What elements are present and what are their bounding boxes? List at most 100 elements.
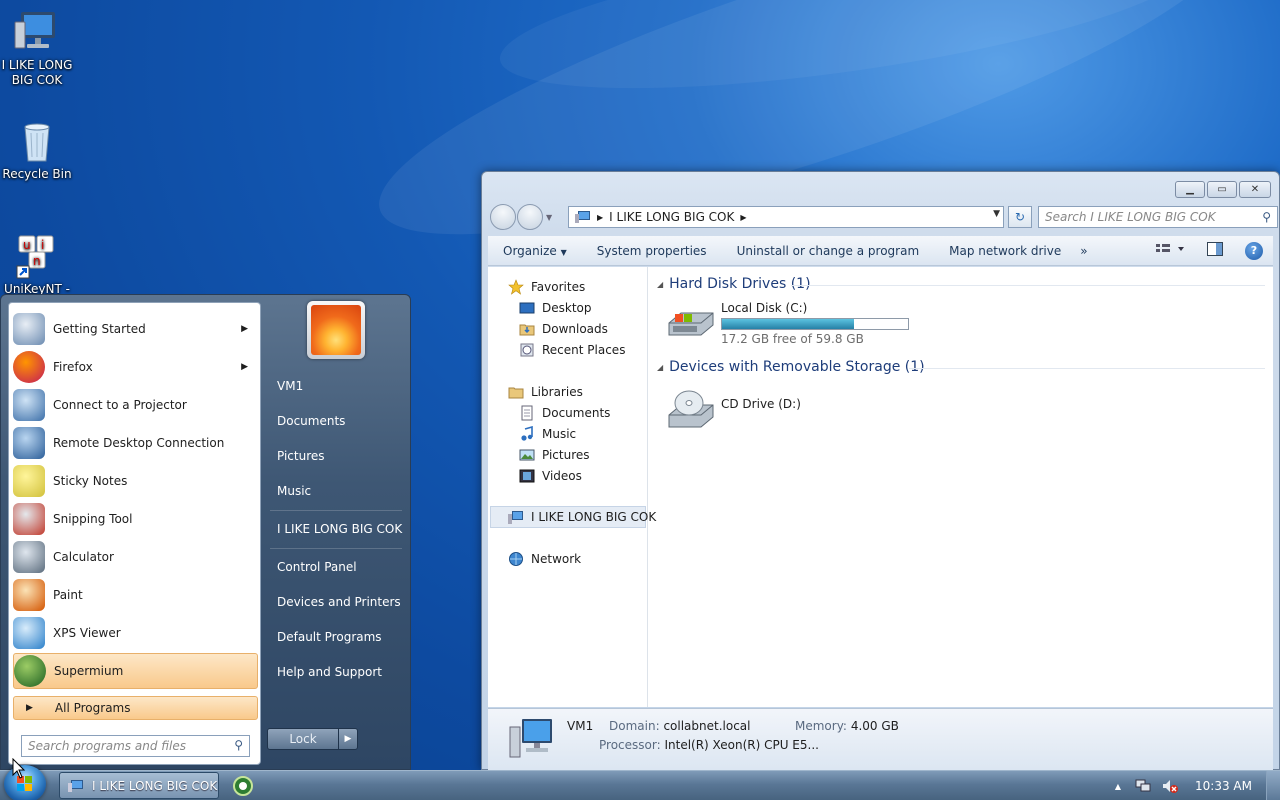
change-view-button[interactable] xyxy=(1155,242,1185,259)
nav-item-recent-places[interactable]: Recent Places xyxy=(519,342,625,358)
nav-item-desktop[interactable]: Desktop xyxy=(519,300,592,316)
user-picture[interactable] xyxy=(307,301,365,359)
drive-c[interactable]: Local Disk (C:) 17.2 GB free of 59.8 GB xyxy=(667,301,909,346)
start-link-pictures[interactable]: Pictures xyxy=(268,441,406,471)
start-link-computer[interactable]: I LIKE LONG BIG COK xyxy=(268,514,406,544)
minimize-button[interactable]: ▁ xyxy=(1175,181,1205,198)
nav-item-computer[interactable]: I LIKE LONG BIG COK xyxy=(508,509,656,525)
group-divider xyxy=(791,285,1265,286)
show-hidden-icons-button[interactable]: ▲ xyxy=(1115,782,1121,791)
organize-button[interactable]: Organize ▼ xyxy=(488,244,582,258)
preview-pane-button[interactable] xyxy=(1207,242,1223,259)
desktop-icon-recycle-bin[interactable]: Recycle Bin xyxy=(0,117,74,182)
start-link-help-support[interactable]: Help and Support xyxy=(268,657,406,687)
start-program-snipping-tool[interactable]: Snipping Tool xyxy=(13,501,258,537)
group-header-hard-disk[interactable]: ◢ Hard Disk Drives (1) xyxy=(657,276,811,292)
nav-item-downloads[interactable]: Downloads xyxy=(519,321,608,337)
svg-text:i: i xyxy=(41,238,44,252)
address-dropdown-icon[interactable]: ▼ xyxy=(993,209,1000,219)
help-button[interactable]: ? xyxy=(1245,241,1263,260)
organize-label: Organize xyxy=(503,243,557,258)
more-commands-button[interactable]: » xyxy=(1076,244,1091,258)
nav-item-libraries[interactable]: Libraries xyxy=(508,384,583,400)
show-desktop-button[interactable] xyxy=(1266,771,1280,800)
start-link-documents[interactable]: Documents xyxy=(268,406,406,436)
submenu-arrow-icon[interactable]: ▶ xyxy=(241,324,248,334)
desktop-icon-label: Recycle Bin xyxy=(2,167,72,181)
taskbar-pinned-supermium[interactable] xyxy=(232,775,254,797)
navigation-pane: Favorites Desktop Downloads Recent Place… xyxy=(488,267,656,707)
start-program-supermium[interactable]: Supermium xyxy=(13,653,258,689)
maximize-button[interactable]: ▭ xyxy=(1207,181,1237,198)
map-network-drive-button[interactable]: Map network drive xyxy=(934,244,1076,258)
taskbar-window-button[interactable]: I LIKE LONG BIG COK xyxy=(59,772,219,799)
forward-button[interactable] xyxy=(517,204,543,230)
command-bar: Organize ▼ System properties Uninstall o… xyxy=(488,236,1273,266)
sticky-notes-icon xyxy=(13,465,45,497)
nav-item-music[interactable]: Music xyxy=(519,425,576,442)
navigation-row: ▼ ▶ I LIKE LONG BIG COK ▶ ▼ ↻ Search I L… xyxy=(490,203,1278,231)
domain-label: Domain: xyxy=(609,719,660,733)
start-program-label: Firefox xyxy=(53,360,93,374)
lock-button[interactable]: Lock xyxy=(267,728,339,750)
view-options-icon xyxy=(1156,244,1184,252)
breadcrumb-arrow-icon[interactable]: ▶ xyxy=(740,213,746,222)
start-link-devices-printers[interactable]: Devices and Printers xyxy=(268,587,406,617)
start-program-firefox[interactable]: Firefox ▶ xyxy=(13,349,258,385)
close-button[interactable]: ✕ xyxy=(1239,181,1271,198)
start-link-control-panel[interactable]: Control Panel xyxy=(268,552,406,582)
nav-item-network[interactable]: Network xyxy=(508,551,581,567)
content-area: Favorites Desktop Downloads Recent Place… xyxy=(488,267,1273,707)
flower-avatar-icon xyxy=(311,305,361,355)
taskbar-window-label: I LIKE LONG BIG COK xyxy=(92,778,218,793)
svg-text:u: u xyxy=(23,238,31,252)
search-input[interactable]: Search I LIKE LONG BIG COK ⚲ xyxy=(1038,206,1278,228)
details-pane: VM1 Domain: collabnet.local Memory: 4.00… xyxy=(488,708,1273,770)
start-link-default-programs[interactable]: Default Programs xyxy=(268,622,406,652)
nav-item-videos[interactable]: Videos xyxy=(519,468,582,484)
downloads-folder-icon xyxy=(519,321,535,337)
clock[interactable]: 10:33 AM xyxy=(1195,779,1252,793)
uninstall-button[interactable]: Uninstall or change a program xyxy=(722,244,935,258)
submenu-arrow-icon[interactable]: ▶ xyxy=(241,362,248,372)
xps-viewer-icon xyxy=(13,617,45,649)
nav-item-documents[interactable]: Documents xyxy=(519,405,610,421)
supermium-icon xyxy=(14,655,46,687)
start-program-sticky-notes[interactable]: Sticky Notes xyxy=(13,463,258,499)
start-program-remote-desktop[interactable]: Remote Desktop Connection xyxy=(13,425,258,461)
shutdown-options-button[interactable]: ▶ xyxy=(338,728,358,750)
start-program-paint[interactable]: Paint xyxy=(13,577,258,613)
start-program-projector[interactable]: Connect to a Projector xyxy=(13,387,258,423)
remote-desktop-icon xyxy=(13,427,45,459)
processor-row: Processor: Intel(R) Xeon(R) CPU E5... xyxy=(599,738,819,752)
address-bar[interactable]: ▶ I LIKE LONG BIG COK ▶ ▼ xyxy=(568,206,1004,228)
start-link-music[interactable]: Music xyxy=(268,476,406,506)
all-programs-button[interactable]: ▶ All Programs xyxy=(13,696,258,720)
volume-muted-icon[interactable] xyxy=(1161,778,1179,794)
unikey-icon: uin xyxy=(13,232,61,280)
start-link-user[interactable]: VM1 xyxy=(268,371,406,401)
refresh-button[interactable]: ↻ xyxy=(1008,206,1032,228)
system-properties-button[interactable]: System properties xyxy=(582,244,722,258)
back-button[interactable] xyxy=(490,204,516,230)
nav-item-pictures[interactable]: Pictures xyxy=(519,447,590,463)
address-location[interactable]: I LIKE LONG BIG COK xyxy=(609,210,734,224)
network-icon xyxy=(508,551,524,567)
start-program-calculator[interactable]: Calculator xyxy=(13,539,258,575)
nav-item-favorites[interactable]: Favorites xyxy=(508,279,585,295)
drive-d[interactable]: CD Drive (D:) xyxy=(667,389,801,433)
network-status-icon[interactable] xyxy=(1135,778,1153,794)
desktop-icon-unikey[interactable]: uin UniKeyNT - xyxy=(0,232,74,297)
start-program-getting-started[interactable]: Getting Started ▶ xyxy=(13,311,258,347)
start-menu: ▶ All Programs Search programs and files… xyxy=(0,294,411,770)
group-header-removable[interactable]: ◢ Devices with Removable Storage (1) xyxy=(657,359,925,375)
start-program-xps-viewer[interactable]: XPS Viewer xyxy=(13,615,258,651)
breadcrumb-separator-icon[interactable]: ▶ xyxy=(597,213,603,222)
refresh-icon: ↻ xyxy=(1014,210,1026,224)
recent-pages-dropdown-icon[interactable]: ▼ xyxy=(546,213,552,222)
domain-value: collabnet.local xyxy=(663,719,751,733)
desktop-icon-computer[interactable]: I LIKE LONG BIG COK xyxy=(0,8,74,88)
memory-value: 4.00 GB xyxy=(850,719,899,733)
start-search-input[interactable]: Search programs and files ⚲ xyxy=(21,735,250,757)
calculator-icon xyxy=(13,541,45,573)
